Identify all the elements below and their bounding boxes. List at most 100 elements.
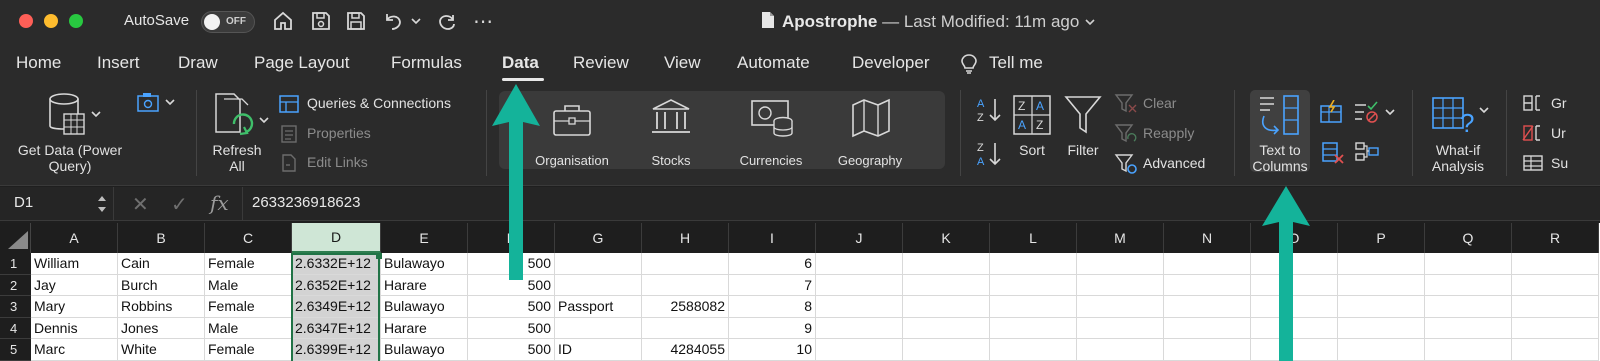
tab-automate[interactable]: Automate <box>737 53 810 73</box>
home-icon[interactable] <box>270 8 296 34</box>
cell-j4[interactable] <box>816 317 903 339</box>
column-header-n[interactable]: N <box>1164 223 1251 253</box>
cell-l2[interactable] <box>990 274 1077 296</box>
cancel-icon[interactable]: ✕ <box>132 192 149 217</box>
cell-q4[interactable] <box>1425 317 1512 339</box>
cell-n5[interactable] <box>1164 339 1251 361</box>
cell-f4[interactable]: 500 <box>468 317 555 339</box>
cell-q1[interactable] <box>1425 253 1512 275</box>
column-header-b[interactable]: B <box>118 223 205 253</box>
column-header-c[interactable]: C <box>205 223 292 253</box>
tab-formulas[interactable]: Formulas <box>391 53 462 73</box>
cell-j1[interactable] <box>816 253 903 275</box>
cell-q3[interactable] <box>1425 296 1512 318</box>
name-box-stepper-icon[interactable] <box>96 192 108 216</box>
minimize-window-button[interactable] <box>44 14 58 28</box>
cell-k2[interactable] <box>903 274 990 296</box>
column-header-r[interactable]: R <box>1512 223 1599 253</box>
cell-c1[interactable]: Female <box>205 253 292 275</box>
tab-developer[interactable]: Developer <box>852 53 930 73</box>
column-header-i[interactable]: I <box>729 223 816 253</box>
cell-m4[interactable] <box>1077 317 1164 339</box>
sort-ascending-icon[interactable]: AZ <box>976 96 1002 124</box>
redo-icon[interactable] <box>434 8 460 34</box>
cell-c2[interactable]: Male <box>205 274 292 296</box>
cell-b5[interactable]: White <box>118 339 205 361</box>
cell-d2[interactable]: 2.6352E+12 <box>292 274 381 296</box>
more-icon[interactable]: ⋯ <box>470 8 496 34</box>
from-picture-icon[interactable] <box>136 92 176 114</box>
cell-k1[interactable] <box>903 253 990 275</box>
column-header-m[interactable]: M <box>1077 223 1164 253</box>
cell-h1[interactable] <box>642 253 729 275</box>
tell-me-search[interactable]: Tell me <box>989 53 1043 73</box>
cell-n1[interactable] <box>1164 253 1251 275</box>
cell-d1[interactable]: 2.6332E+12 <box>292 253 381 275</box>
cell-d5[interactable]: 2.6399E+12 <box>292 339 381 361</box>
cell-e1[interactable]: Bulawayo <box>381 253 468 275</box>
cell-g3[interactable]: Passport <box>555 296 642 318</box>
column-header-k[interactable]: K <box>903 223 990 253</box>
flash-fill-icon[interactable] <box>1318 100 1344 124</box>
cell-m3[interactable] <box>1077 296 1164 318</box>
cell-l3[interactable] <box>990 296 1077 318</box>
document-title-bar[interactable]: Apostrophe — Last Modified: 11m ago <box>760 11 1096 32</box>
cell-d4[interactable]: 2.6347E+12 <box>292 317 381 339</box>
row-header-4[interactable]: 4 <box>0 317 31 339</box>
cell-j5[interactable] <box>816 339 903 361</box>
cell-g1[interactable] <box>555 253 642 275</box>
cell-j2[interactable] <box>816 274 903 296</box>
close-window-button[interactable] <box>19 14 33 28</box>
cell-r2[interactable] <box>1512 274 1599 296</box>
cell-j3[interactable] <box>816 296 903 318</box>
name-box[interactable]: D1 <box>0 187 114 220</box>
tab-page-layout[interactable]: Page Layout <box>254 53 349 73</box>
column-header-h[interactable]: H <box>642 223 729 253</box>
cell-p3[interactable] <box>1338 296 1425 318</box>
cell-q2[interactable] <box>1425 274 1512 296</box>
cell-k3[interactable] <box>903 296 990 318</box>
cell-g2[interactable] <box>555 274 642 296</box>
cell-g5[interactable]: ID <box>555 339 642 361</box>
column-header-e[interactable]: E <box>381 223 468 253</box>
cell-b1[interactable]: Cain <box>118 253 205 275</box>
cell-a2[interactable]: Jay <box>31 274 118 296</box>
save-as-icon[interactable] <box>308 8 334 34</box>
cell-l5[interactable] <box>990 339 1077 361</box>
cell-n4[interactable] <box>1164 317 1251 339</box>
fill-handle[interactable] <box>376 253 382 259</box>
column-header-g[interactable]: G <box>555 223 642 253</box>
cell-h4[interactable] <box>642 317 729 339</box>
row-header-2[interactable]: 2 <box>0 274 31 296</box>
cell-h3[interactable]: 2588082 <box>642 296 729 318</box>
autosave-toggle[interactable]: OFF <box>201 11 255 33</box>
cell-e3[interactable]: Bulawayo <box>381 296 468 318</box>
select-all-corner[interactable] <box>0 223 31 253</box>
column-header-l[interactable]: L <box>990 223 1077 253</box>
cell-m5[interactable] <box>1077 339 1164 361</box>
tab-view[interactable]: View <box>664 53 701 73</box>
cell-r3[interactable] <box>1512 296 1599 318</box>
column-header-d[interactable]: D <box>292 223 381 253</box>
cell-e5[interactable]: Bulawayo <box>381 339 468 361</box>
cell-q5[interactable] <box>1425 339 1512 361</box>
cell-m2[interactable] <box>1077 274 1164 296</box>
formula-input[interactable]: 2633236918623 <box>252 194 360 211</box>
tab-home[interactable]: Home <box>16 53 61 73</box>
cell-i1[interactable]: 6 <box>729 253 816 275</box>
cell-n2[interactable] <box>1164 274 1251 296</box>
cell-p2[interactable] <box>1338 274 1425 296</box>
cell-p5[interactable] <box>1338 339 1425 361</box>
cell-i3[interactable]: 8 <box>729 296 816 318</box>
cell-p4[interactable] <box>1338 317 1425 339</box>
row-header-5[interactable]: 5 <box>0 339 31 361</box>
cell-k5[interactable] <box>903 339 990 361</box>
column-header-a[interactable]: A <box>31 223 118 253</box>
tab-draw[interactable]: Draw <box>178 53 218 73</box>
row-header-3[interactable]: 3 <box>0 296 31 318</box>
cell-b2[interactable]: Burch <box>118 274 205 296</box>
cell-c3[interactable]: Female <box>205 296 292 318</box>
remove-duplicates-icon[interactable] <box>1320 140 1346 166</box>
cell-r1[interactable] <box>1512 253 1599 275</box>
cell-m1[interactable] <box>1077 253 1164 275</box>
